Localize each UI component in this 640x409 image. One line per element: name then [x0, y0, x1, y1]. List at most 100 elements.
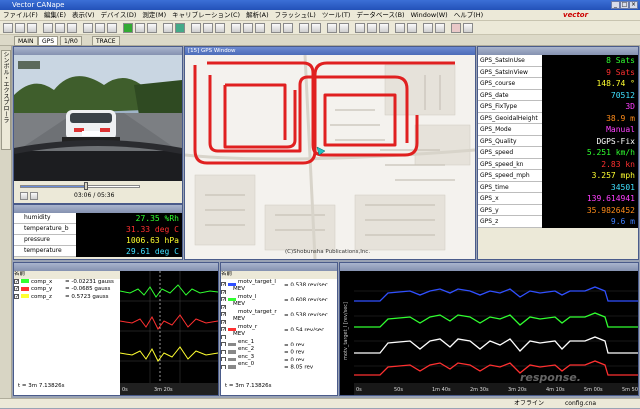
motor-legend-row[interactable]: MEV [221, 331, 337, 339]
tab-1r0[interactable]: 1/R0 [60, 36, 82, 46]
gps-row-label: GPS_x [478, 193, 542, 205]
scope-icon[interactable] [355, 23, 365, 33]
motor-legend-row[interactable]: motv_target_r = 0.538 rev/sec [221, 309, 337, 316]
compass-legend-row[interactable]: comp_z = 0.5723 gauss [14, 293, 120, 302]
gps-row-label: GPS_speed_mph [478, 170, 542, 182]
config-icon[interactable] [95, 23, 105, 33]
copy-icon[interactable] [55, 23, 65, 33]
series-checkbox[interactable] [221, 349, 226, 354]
stop-icon[interactable] [147, 23, 157, 33]
play-icon[interactable] [175, 23, 185, 33]
compass-time: t = 3m 7.13826s [18, 383, 65, 389]
print-icon[interactable] [299, 23, 309, 33]
motor-legend-row[interactable]: motv_r = 0.54 rev/sec [221, 324, 337, 331]
play-pause-icon[interactable] [20, 192, 28, 200]
series-checkbox[interactable] [221, 319, 226, 324]
cut-icon[interactable] [43, 23, 53, 33]
video-seek-thumb[interactable] [84, 182, 88, 190]
start-measurement-icon[interactable] [123, 23, 133, 33]
new-icon[interactable] [3, 23, 13, 33]
tab-trace[interactable]: TRACE [92, 36, 120, 46]
menu-flash[interactable]: フラッシュ(L) [272, 10, 319, 21]
record-icon[interactable] [163, 23, 173, 33]
sync-icon[interactable] [435, 23, 445, 33]
compass-legend-row[interactable]: comp_y = -0.0685 gauss [14, 286, 120, 294]
paste-icon[interactable] [67, 23, 77, 33]
series-checkbox[interactable] [221, 304, 226, 309]
motor-legend-row[interactable]: enc_2 = 0 rev [221, 346, 337, 354]
zoom-out-icon[interactable] [243, 23, 253, 33]
menu-help[interactable]: ヘルプ(H) [451, 10, 486, 21]
motor-legend-row[interactable]: enc_1= 0 rev [221, 339, 337, 346]
series-checkbox[interactable] [14, 278, 19, 284]
stop-video-icon[interactable] [30, 192, 38, 200]
save-icon[interactable] [27, 23, 37, 33]
motor-legend-row[interactable]: enc_3= 0 rev [221, 354, 337, 361]
list-icon[interactable] [395, 23, 405, 33]
minimize-button[interactable]: _ [611, 1, 620, 9]
map-icon[interactable] [379, 23, 389, 33]
menu-calibration[interactable]: キャリブレーション(C) [169, 10, 243, 21]
open-icon[interactable] [15, 23, 25, 33]
tab-main[interactable]: MAIN [14, 36, 38, 46]
video-seek-bar[interactable] [20, 185, 140, 188]
bookmark-icon[interactable] [423, 23, 433, 33]
pause-icon[interactable] [135, 23, 145, 33]
window-icon[interactable] [107, 23, 117, 33]
flash-icon[interactable] [327, 23, 337, 33]
menu-edit[interactable]: 編集(E) [41, 10, 69, 21]
menu-database[interactable]: データベース(B) [353, 10, 407, 21]
motor-legend-row[interactable]: MEV [221, 301, 337, 309]
camera-icon[interactable] [367, 23, 377, 33]
menu-tools[interactable]: ツール(T) [319, 10, 354, 21]
menu-file[interactable]: ファイル(F) [0, 10, 41, 21]
maximize-button[interactable]: □ [620, 1, 629, 9]
motor-chart-xtick: 1m 40s [432, 387, 451, 393]
sensor-row-label: humidity [14, 213, 76, 224]
series-motv-r [354, 360, 638, 376]
sensor-row-label: temperature_b [14, 224, 76, 235]
series-checkbox[interactable] [221, 334, 226, 339]
series-checkbox[interactable] [14, 293, 19, 299]
filter-icon[interactable] [407, 23, 417, 33]
compass-chart[interactable]: 0s 3m 20s [120, 271, 218, 395]
alarm-icon[interactable] [451, 23, 461, 33]
export-icon[interactable] [311, 23, 321, 33]
motor-legend-row[interactable]: motv_l = 0.608 rev/sec [221, 294, 337, 301]
device-icon[interactable] [83, 23, 93, 33]
menu-view[interactable]: 表示(V) [69, 10, 98, 21]
calc-icon[interactable] [215, 23, 225, 33]
motor-legend-row[interactable]: MEV [221, 286, 337, 294]
motor-legend-row[interactable]: motv_target_l = 0.538 rev/sec [221, 279, 337, 286]
series-checkbox[interactable] [221, 289, 226, 294]
motor-chart-xtick: 2m 30s [470, 387, 489, 393]
gps-map[interactable]: (C)Shobunsha Publications,Inc. [185, 55, 475, 259]
graph-icon[interactable] [191, 23, 201, 33]
sensor-row-value: 29.61 deg C [126, 247, 179, 256]
symbol-explorer-tab[interactable]: シンボル・エクスプローラ [1, 50, 11, 150]
menu-analysis[interactable]: 解析(A) [243, 10, 272, 21]
motor-legend-row[interactable]: MEV [221, 316, 337, 324]
motor-legend-row[interactable]: enc_0 = 8.05 rev [221, 361, 337, 369]
menu-device[interactable]: デバイス(D) [98, 10, 140, 21]
gps-row-label: GPS_Quality [478, 135, 542, 147]
gps-row-value: Manual [606, 125, 635, 134]
series-checkbox[interactable] [14, 286, 19, 291]
toolbar [0, 21, 640, 35]
tab-gps[interactable]: GPS [38, 36, 59, 46]
motor-chart-window: motv_target_l [rev/sec] 0s 50s 1m 40s 2m 30… [339, 262, 639, 396]
zoom-in-icon[interactable] [231, 23, 241, 33]
compass-legend-row[interactable]: comp_x = -0.02231 gauss [14, 278, 120, 287]
motor-chart[interactable]: motv_target_l [rev/sec] 0s 50s 1m 40s 2m 30… [340, 271, 638, 395]
cursor-icon[interactable] [255, 23, 265, 33]
help-icon[interactable] [463, 23, 473, 33]
menu-window[interactable]: Window(W) [408, 10, 451, 21]
marker-icon[interactable] [271, 23, 281, 33]
close-button[interactable]: × [629, 1, 638, 9]
trigger-icon[interactable] [283, 23, 293, 33]
menu-measure[interactable]: 測定(M) [139, 10, 169, 21]
table-icon[interactable] [203, 23, 213, 33]
calibrate-icon[interactable] [339, 23, 349, 33]
compass-chart-title [14, 263, 218, 271]
series-checkbox[interactable] [221, 364, 226, 369]
